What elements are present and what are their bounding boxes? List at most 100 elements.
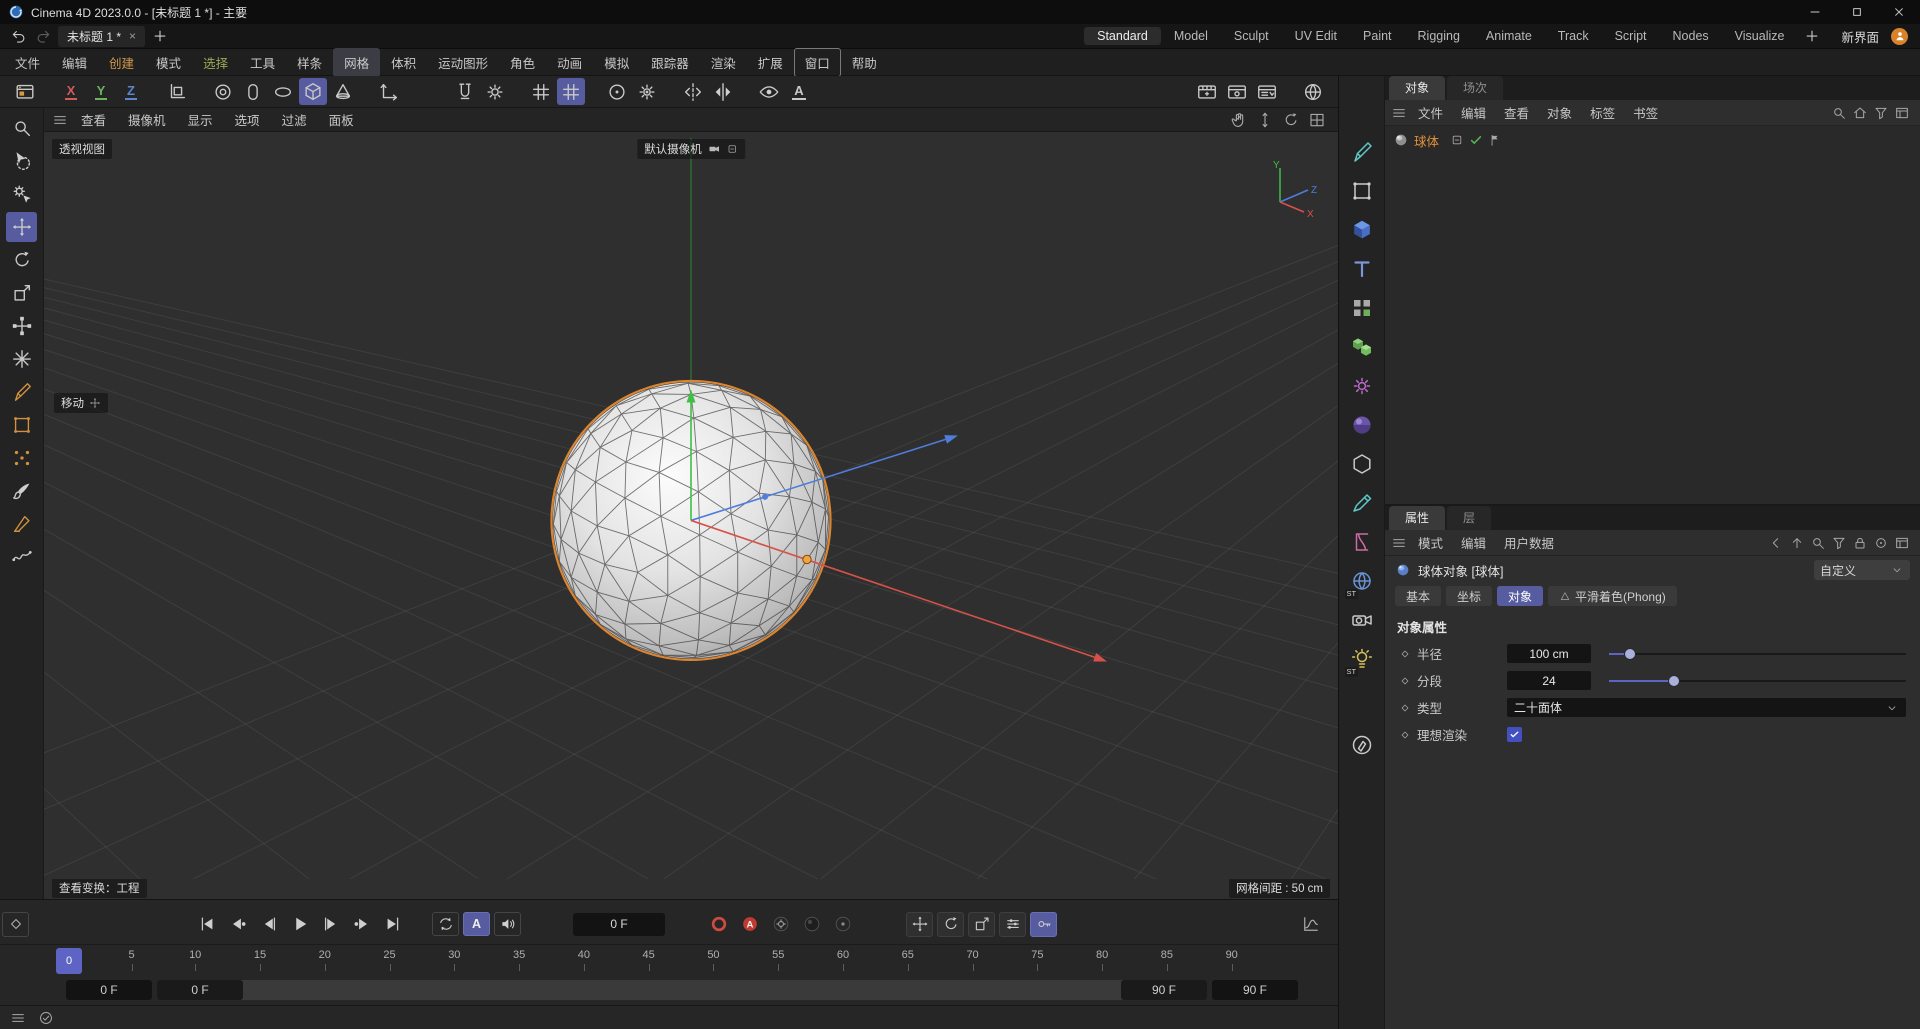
- property-dropdown[interactable]: 二十面体: [1507, 698, 1906, 717]
- user-avatar-icon[interactable]: [1891, 27, 1908, 45]
- workplane-button[interactable]: [375, 78, 403, 105]
- menu-item[interactable]: 编辑: [51, 48, 98, 77]
- object-manager-menu-item[interactable]: 查看: [1495, 100, 1538, 125]
- slider-knob[interactable]: [1623, 647, 1636, 660]
- current-frame-field[interactable]: 0 F: [573, 912, 665, 936]
- layout-item[interactable]: Rigging: [1405, 27, 1473, 45]
- am-lock-icon[interactable]: [1852, 535, 1868, 551]
- brush-tool[interactable]: [6, 476, 37, 506]
- record-ring-button[interactable]: [829, 912, 856, 937]
- rotate-view-icon[interactable]: [1282, 111, 1300, 129]
- record-rotation-toggle[interactable]: [937, 911, 964, 937]
- om-home-icon[interactable]: [1852, 105, 1868, 121]
- menu-item[interactable]: 选择: [192, 48, 239, 77]
- object-manager-menu-item[interactable]: 编辑: [1452, 100, 1495, 125]
- modeling-pen-icon[interactable]: [1345, 487, 1379, 519]
- attribute-tab-chip[interactable]: 对象: [1497, 586, 1544, 606]
- status-menu-icon[interactable]: [10, 1010, 26, 1026]
- layout-item[interactable]: Visualize: [1722, 27, 1798, 45]
- tab-close-icon[interactable]: ×: [129, 29, 136, 43]
- object-manager-menu-item[interactable]: 标签: [1581, 100, 1624, 125]
- cube-tool[interactable]: [299, 78, 327, 105]
- quantize-button[interactable]: [557, 78, 585, 105]
- viewport-zoom-tool[interactable]: [6, 113, 37, 143]
- object-manager-menu-icon[interactable]: [1391, 105, 1407, 121]
- previous-key-button[interactable]: [224, 912, 251, 937]
- render-view-button[interactable]: [1193, 78, 1221, 105]
- menu-item[interactable]: 跟踪器: [640, 48, 700, 77]
- grid-snap-button[interactable]: [527, 78, 555, 105]
- layout-item[interactable]: Model: [1161, 27, 1221, 45]
- menu-item[interactable]: 动画: [546, 48, 593, 77]
- am-search-icon[interactable]: [1810, 535, 1826, 551]
- property-slider[interactable]: [1609, 673, 1906, 689]
- volume-builder-icon[interactable]: [1345, 331, 1379, 363]
- viewport-canvas[interactable]: 透视视图 默认摄像机 移动 Y Z X: [44, 132, 1338, 879]
- deformer-icon[interactable]: [1345, 526, 1379, 558]
- sound-toggle[interactable]: [494, 912, 521, 936]
- tweak-tool[interactable]: [6, 179, 37, 209]
- menu-item[interactable]: 文件: [4, 48, 51, 77]
- document-tab[interactable]: 未标题 1 * ×: [58, 25, 146, 47]
- tag-flag-icon[interactable]: [1488, 133, 1502, 147]
- new-interface-label[interactable]: 新界面: [1841, 27, 1879, 46]
- fcurve-button[interactable]: [1297, 912, 1324, 937]
- preview-range-slider[interactable]: 0 F 90 F: [157, 979, 1207, 1000]
- primitive-plane-icon[interactable]: [1345, 175, 1379, 207]
- light-icon[interactable]: ST: [1344, 643, 1379, 677]
- property-checkbox[interactable]: [1507, 727, 1522, 742]
- draw-tablet-icon[interactable]: [1345, 729, 1379, 761]
- tool-settings-button[interactable]: [633, 78, 661, 105]
- polygon-tool[interactable]: [6, 410, 37, 440]
- spline-pen-tool[interactable]: [6, 377, 37, 407]
- om-layout-icon[interactable]: [1894, 105, 1910, 121]
- attribute-manager-menu-item[interactable]: 用户数据: [1495, 530, 1563, 555]
- menu-item[interactable]: 模拟: [593, 48, 640, 77]
- property-slider[interactable]: [1609, 646, 1906, 662]
- render-settings-button[interactable]: [1253, 78, 1281, 105]
- primitive-cube-icon[interactable]: [1345, 214, 1379, 246]
- autokey-toggle[interactable]: A: [736, 912, 763, 937]
- symmetry-button[interactable]: [709, 78, 737, 105]
- attribute-manager-menu-item[interactable]: 编辑: [1452, 530, 1495, 555]
- viewport-menu-item[interactable]: 选项: [224, 107, 271, 132]
- scale-tool[interactable]: [6, 278, 37, 308]
- range-max-field[interactable]: 90 F: [1212, 979, 1298, 1000]
- om-filter-icon[interactable]: [1873, 105, 1889, 121]
- record-parameter-toggle[interactable]: [999, 911, 1026, 937]
- live-selection-tool[interactable]: [6, 146, 37, 176]
- plane-lock-button[interactable]: [405, 78, 433, 105]
- visibility-chip-icon[interactable]: [1450, 133, 1464, 147]
- object-manager-menu-item[interactable]: 文件: [1409, 100, 1452, 125]
- layout-item[interactable]: Animate: [1473, 27, 1545, 45]
- pan-view-icon[interactable]: [1230, 111, 1248, 129]
- menu-item[interactable]: 运动图形: [427, 48, 499, 77]
- attribute-manager-tab[interactable]: 层: [1447, 506, 1492, 530]
- sky-icon[interactable]: ST: [1344, 565, 1379, 599]
- sketch-pen-tool[interactable]: [6, 509, 37, 539]
- camera-lock-icon[interactable]: [726, 143, 738, 155]
- viewport-menu-icon[interactable]: [52, 112, 68, 128]
- menu-item[interactable]: 扩展: [747, 48, 794, 77]
- spline-pen-icon[interactable]: [1345, 136, 1379, 168]
- undo-icon[interactable]: [10, 27, 28, 45]
- range-end-handle[interactable]: 90 F: [1121, 979, 1207, 1000]
- section-title[interactable]: 对象属性: [1385, 610, 1920, 640]
- menu-item[interactable]: 体积: [380, 48, 427, 77]
- mirror-button[interactable]: [679, 78, 707, 105]
- z-axis-lock-button[interactable]: Z: [117, 78, 145, 105]
- add-layout-button[interactable]: [1803, 27, 1821, 45]
- record-scale-toggle[interactable]: [968, 911, 995, 937]
- snap-settings-button[interactable]: [481, 78, 509, 105]
- keyframe-presets-button[interactable]: [767, 912, 794, 937]
- camera-label[interactable]: 默认摄像机: [637, 139, 745, 159]
- preset-dropdown[interactable]: 自定义: [1814, 560, 1910, 580]
- view-label[interactable]: 透视视图: [52, 139, 112, 159]
- rotate-tool[interactable]: [6, 245, 37, 275]
- record-keyframe-button[interactable]: [705, 912, 732, 937]
- disc-tool[interactable]: [269, 78, 297, 105]
- layout-item[interactable]: UV Edit: [1282, 27, 1350, 45]
- object-name[interactable]: 球体: [1414, 131, 1439, 150]
- points-tool[interactable]: [6, 443, 37, 473]
- platonic-icon[interactable]: [1345, 448, 1379, 480]
